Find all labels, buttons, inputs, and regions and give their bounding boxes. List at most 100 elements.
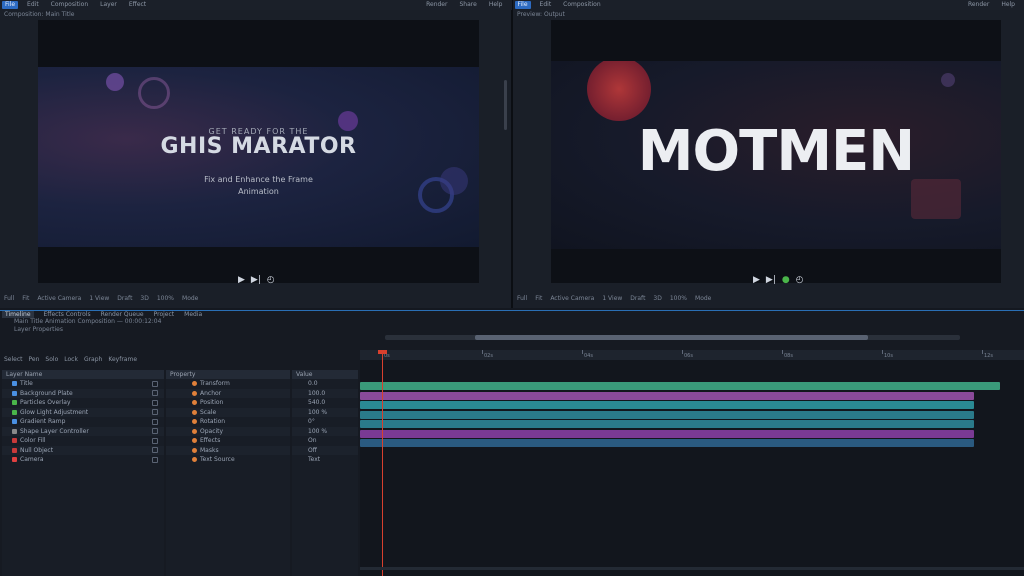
camera-select[interactable]: Active Camera <box>37 295 81 302</box>
property-row[interactable]: Opacity <box>166 426 290 436</box>
lock-toggle[interactable]: Lock <box>64 356 78 363</box>
layer-color-label[interactable] <box>12 381 17 387</box>
layer-name[interactable]: Particles Overlay <box>20 398 71 408</box>
keyframe-button[interactable]: Keyframe <box>108 356 137 363</box>
keyframe-dot-icon[interactable] <box>192 428 197 434</box>
visibility-checkbox[interactable] <box>152 437 158 444</box>
work-area-fill[interactable] <box>475 335 868 340</box>
layer-color-label[interactable] <box>12 390 17 396</box>
menu-render[interactable]: Render <box>423 1 450 9</box>
value-cell[interactable]: On <box>292 436 358 446</box>
tab-render-queue[interactable]: Render Queue <box>101 311 144 318</box>
playhead[interactable] <box>382 350 383 576</box>
menu-edit-2[interactable]: Edit <box>537 1 555 9</box>
menu-share[interactable]: Share <box>456 1 479 9</box>
value-cell[interactable]: 100 % <box>292 407 358 417</box>
keyframe-dot-icon[interactable] <box>192 400 197 406</box>
property-row[interactable]: Scale <box>166 407 290 417</box>
select-tool[interactable]: Select <box>4 356 23 363</box>
zoom-level[interactable]: 100% <box>670 295 687 302</box>
keyframe-dot-icon[interactable] <box>192 381 197 387</box>
view-layout-select[interactable]: 1 View <box>89 295 109 302</box>
property-row[interactable]: Rotation <box>166 417 290 427</box>
timeline-track[interactable] <box>360 429 975 438</box>
value-cell[interactable]: 540.0 <box>292 398 358 408</box>
menu-edit[interactable]: Edit <box>24 1 42 9</box>
layer-color-label[interactable] <box>12 428 17 434</box>
pen-tool[interactable]: Pen <box>29 356 40 363</box>
property-row[interactable]: Effects <box>166 436 290 446</box>
visibility-checkbox[interactable] <box>152 428 158 435</box>
loop-icon[interactable]: ◴ <box>796 275 804 285</box>
visibility-checkbox[interactable] <box>152 456 158 463</box>
visibility-checkbox[interactable] <box>152 399 158 406</box>
mode-select[interactable]: Mode <box>695 295 711 302</box>
value-cell[interactable]: Off <box>292 445 358 455</box>
tab-media[interactable]: Media <box>184 311 202 318</box>
visibility-checkbox[interactable] <box>152 447 158 454</box>
menu-composition[interactable]: Composition <box>48 1 91 9</box>
timeline-scrollbar[interactable] <box>360 567 1024 570</box>
menu-layer[interactable]: Layer <box>97 1 120 9</box>
layer-name[interactable]: Shape Layer Controller <box>20 427 89 437</box>
play-icon[interactable]: ▶ <box>753 275 760 285</box>
keyframe-dot-icon[interactable] <box>192 447 197 453</box>
layer-name[interactable]: Gradient Ramp <box>20 417 65 427</box>
layer-row[interactable]: Title <box>2 379 164 389</box>
timeline-track[interactable] <box>360 439 975 447</box>
property-row[interactable]: Position <box>166 398 290 408</box>
menu-help-2[interactable]: Help <box>998 1 1018 9</box>
layer-row[interactable]: Color Fill <box>2 436 164 446</box>
fit-select[interactable]: Fit <box>22 295 29 302</box>
time-ruler[interactable]: 0s 02s 04s 06s 08s 10s 12s <box>360 350 1024 360</box>
fit-select[interactable]: Fit <box>535 295 542 302</box>
layer-color-label[interactable] <box>12 457 17 463</box>
timeline-track[interactable] <box>360 391 975 400</box>
keyframe-dot-icon[interactable] <box>192 390 197 396</box>
layer-name[interactable]: Title <box>20 379 33 389</box>
timeline-track[interactable] <box>360 382 1000 390</box>
layer-color-label[interactable] <box>12 419 17 425</box>
menu-file[interactable]: File <box>2 1 19 9</box>
property-row[interactable]: Text Source <box>166 455 290 465</box>
keyframe-dot-icon[interactable] <box>192 419 197 425</box>
layer-row[interactable]: Particles Overlay <box>2 398 164 408</box>
loop-icon[interactable]: ◴ <box>267 275 275 285</box>
property-row[interactable]: Anchor <box>166 388 290 398</box>
tab-timeline[interactable]: Timeline <box>2 311 34 318</box>
value-cell[interactable]: 0° <box>292 417 358 427</box>
layer-name[interactable]: Background Plate <box>20 389 73 399</box>
step-forward-icon[interactable]: ▶| <box>251 275 261 285</box>
layer-name[interactable]: Camera <box>20 455 44 465</box>
layer-row[interactable]: Background Plate <box>2 388 164 399</box>
layer-name[interactable]: Null Object <box>20 446 53 456</box>
value-cell[interactable]: Text <box>292 455 358 465</box>
preview-canvas[interactable]: MOTMEN <box>551 20 1001 283</box>
renderer-select[interactable]: Draft <box>117 295 132 302</box>
resolution-select[interactable]: Full <box>517 295 527 302</box>
property-row[interactable]: Masks <box>166 445 290 455</box>
timeline-track[interactable] <box>360 420 975 428</box>
menu-help[interactable]: Help <box>486 1 506 9</box>
menu-effect[interactable]: Effect <box>126 1 149 9</box>
zoom-level[interactable]: 100% <box>157 295 174 302</box>
layer-color-label[interactable] <box>12 409 17 415</box>
visibility-checkbox[interactable] <box>152 418 158 425</box>
3d-toggle[interactable]: 3D <box>140 295 148 302</box>
layer-name[interactable]: Color Fill <box>20 436 46 446</box>
keyframe-dot-icon[interactable] <box>192 409 197 415</box>
keyframe-dot-icon[interactable] <box>192 457 197 463</box>
solo-toggle[interactable]: Solo <box>45 356 58 363</box>
viewer-scrollbar[interactable] <box>504 80 507 130</box>
view-layout-select[interactable]: 1 View <box>602 295 622 302</box>
layer-row[interactable]: Gradient Ramp <box>2 417 164 427</box>
timeline-tracks[interactable]: 0s 02s 04s 06s 08s 10s 12s <box>360 350 1024 576</box>
value-cell[interactable]: 100.0 <box>292 388 358 398</box>
tab-effects-controls[interactable]: Effects Controls <box>44 311 91 318</box>
graph-editor-button[interactable]: Graph <box>84 356 102 363</box>
tab-project[interactable]: Project <box>154 311 175 318</box>
camera-select[interactable]: Active Camera <box>550 295 594 302</box>
composition-canvas[interactable]: GET READY FOR THE GHIS MARATOR Fix and E… <box>38 20 479 283</box>
keyframe-dot-icon[interactable] <box>192 438 197 444</box>
play-icon[interactable]: ▶ <box>238 275 245 285</box>
